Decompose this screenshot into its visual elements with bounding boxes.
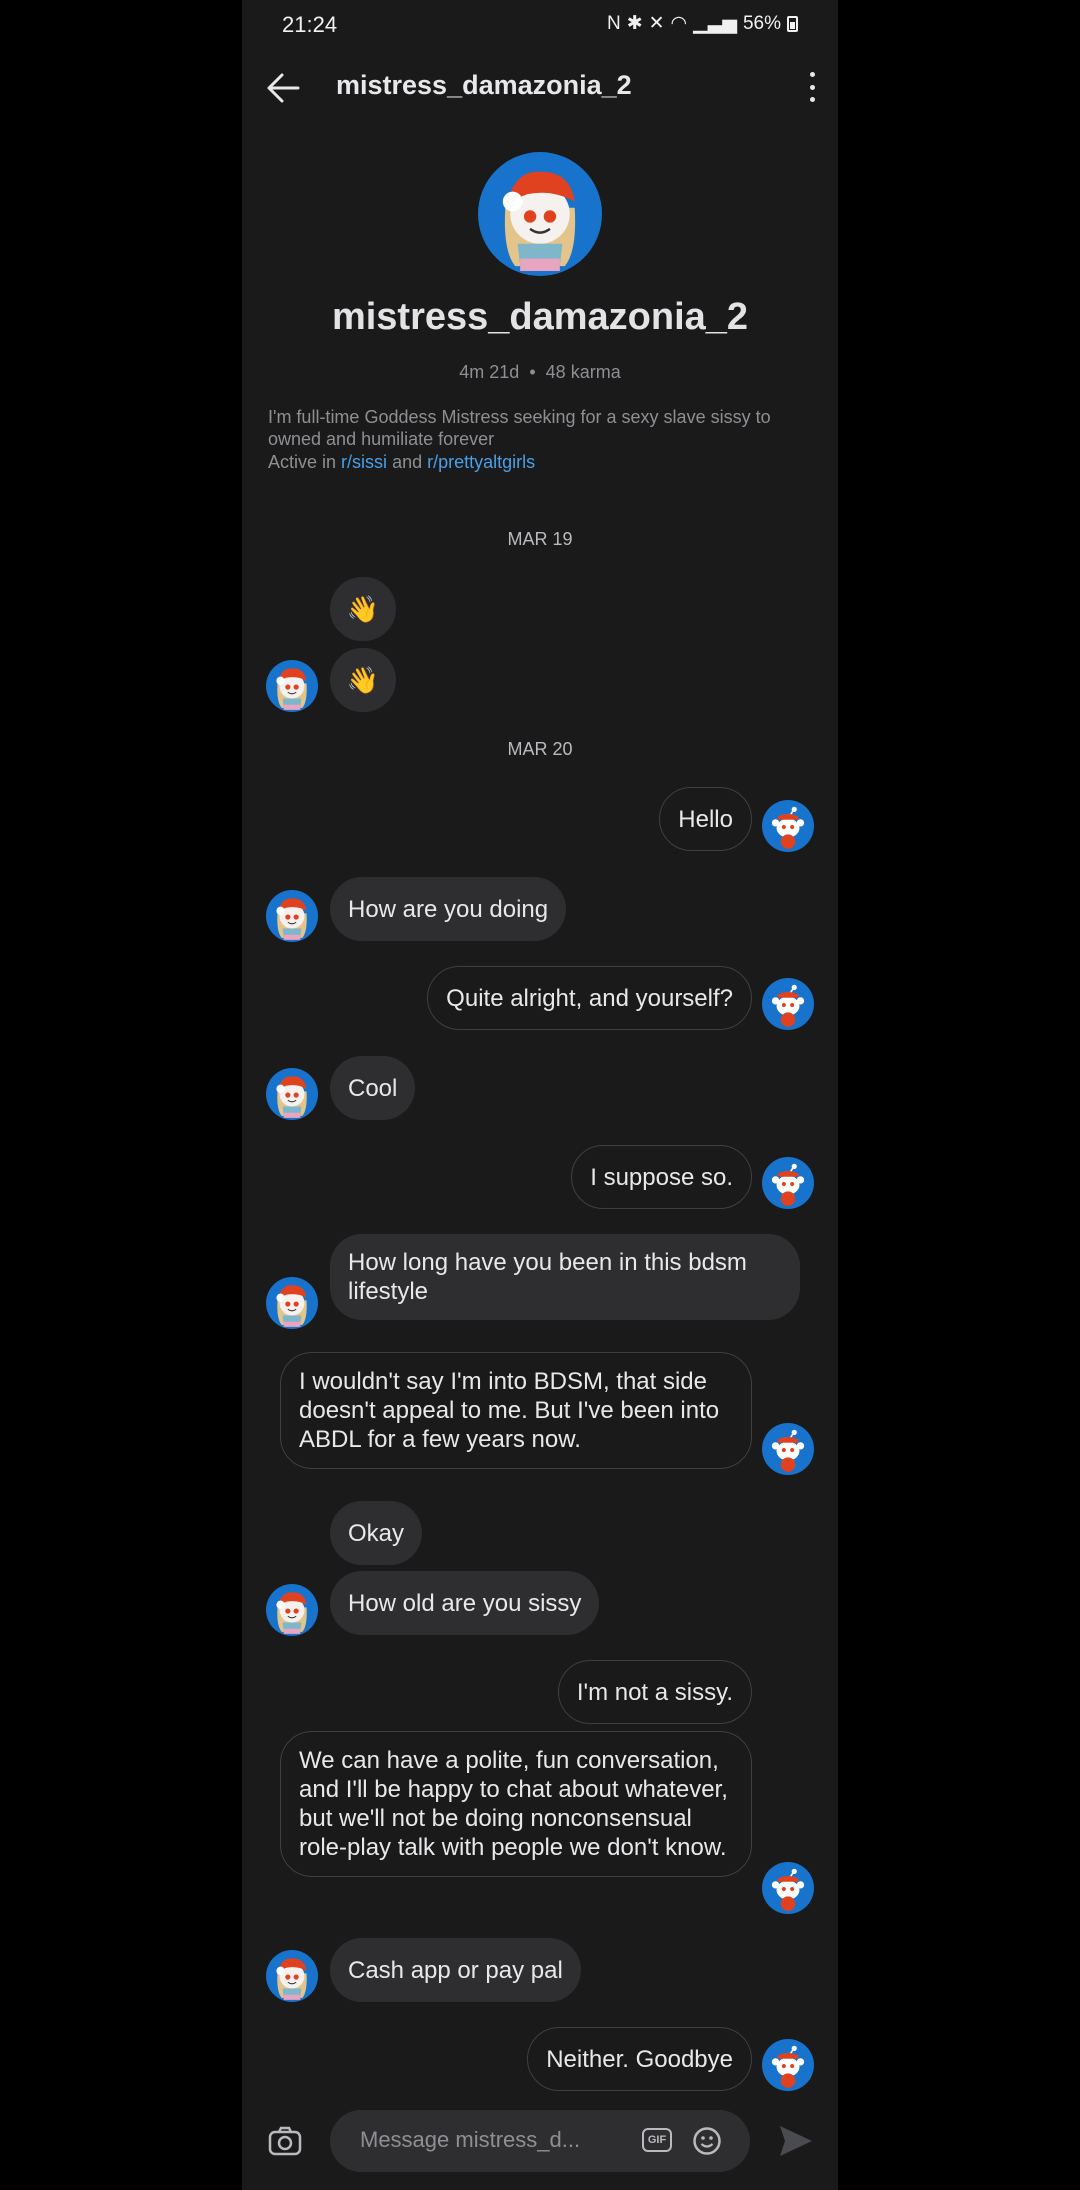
- status-bar: 21:24 N ✱ ✕ ◠ ▁▃▅ 56%: [242, 0, 838, 50]
- sender-avatar[interactable]: [266, 1584, 318, 1636]
- date-divider: MAR 19: [507, 529, 573, 549]
- my-avatar[interactable]: [762, 2039, 814, 2091]
- signal-icon: ▁▃▅: [693, 13, 737, 34]
- active-in: Active in r/sissi and r/prettyaltgirls: [268, 452, 535, 473]
- message-bubble-outgoing[interactable]: Hello: [659, 787, 752, 851]
- profile-meta: 4m 21d • 48 karma: [242, 362, 838, 383]
- message-bubble-outgoing[interactable]: I suppose so.: [571, 1145, 752, 1209]
- profile-name[interactable]: mistress_damazonia_2: [242, 296, 838, 339]
- back-arrow-icon[interactable]: [264, 68, 304, 108]
- my-avatar[interactable]: [762, 1862, 814, 1914]
- subreddit-link-sissi[interactable]: r/sissi: [341, 452, 387, 472]
- message-bubble-incoming[interactable]: Okay: [330, 1501, 423, 1565]
- status-icons: N ✱ ✕ ◠ ▁▃▅ 56%: [607, 12, 798, 35]
- header-title[interactable]: mistress_damazonia_2: [336, 70, 632, 101]
- wifi-icon: ◠: [670, 13, 688, 34]
- message-input[interactable]: Message mistress_d... GIF: [330, 2110, 750, 2172]
- my-avatar[interactable]: [762, 1423, 814, 1475]
- profile-avatar[interactable]: [478, 152, 602, 276]
- phone-screen: 21:24 N ✱ ✕ ◠ ▁▃▅ 56% mistress_damazonia…: [242, 0, 838, 2190]
- camera-icon[interactable]: [268, 2124, 302, 2158]
- message-bubble-incoming[interactable]: How old are you sissy: [330, 1571, 600, 1635]
- sender-avatar[interactable]: [266, 1950, 318, 2002]
- message-bubble-incoming[interactable]: 👋: [330, 577, 396, 641]
- message-bubble-outgoing[interactable]: I'm not a sissy.: [557, 1660, 752, 1724]
- message-composer: Message mistress_d... GIF: [242, 2110, 838, 2180]
- send-icon[interactable]: [778, 2124, 814, 2158]
- message-bubble-incoming[interactable]: 👋: [330, 648, 396, 712]
- chat-header: mistress_damazonia_2: [242, 58, 838, 118]
- nfc-icon: N: [606, 12, 621, 34]
- message-bubble-incoming[interactable]: How long have you been in this bdsm life…: [330, 1234, 800, 1320]
- battery-percent: 56%: [742, 12, 781, 34]
- account-age: 4m 21d: [459, 362, 520, 382]
- status-time: 21:24: [282, 12, 338, 37]
- sender-avatar[interactable]: [266, 890, 318, 942]
- karma-count: 48 karma: [545, 362, 621, 382]
- active-and: and: [392, 452, 423, 472]
- message-bubble-outgoing[interactable]: Quite alright, and yourself?: [427, 966, 752, 1030]
- meta-separator: •: [529, 362, 536, 382]
- my-avatar[interactable]: [762, 1157, 814, 1209]
- message-bubble-incoming[interactable]: Cool: [330, 1056, 416, 1120]
- message-bubble-outgoing[interactable]: We can have a polite, fun conversation, …: [280, 1731, 752, 1877]
- message-bubble-outgoing[interactable]: I wouldn't say I'm into BDSM, that side …: [280, 1352, 752, 1469]
- message-input-placeholder: Message mistress_d...: [360, 2127, 581, 2152]
- emoji-icon[interactable]: [692, 2126, 722, 2156]
- my-avatar[interactable]: [762, 800, 814, 852]
- battery-icon: [787, 15, 798, 32]
- sender-avatar[interactable]: [266, 1277, 318, 1329]
- bluetooth-icon: ✱: [626, 13, 643, 34]
- active-prefix: Active in: [268, 452, 337, 472]
- profile-bio: I'm full-time Goddess Mistress seeking f…: [268, 407, 771, 449]
- sender-avatar[interactable]: [266, 1068, 318, 1120]
- message-bubble-incoming[interactable]: Cash app or pay pal: [330, 1938, 581, 2002]
- gif-icon[interactable]: GIF: [642, 2128, 672, 2152]
- message-bubble-incoming[interactable]: How are you doing: [330, 877, 567, 941]
- my-avatar[interactable]: [762, 978, 814, 1030]
- mute-icon: ✕: [648, 13, 665, 34]
- subreddit-link-prettyaltgirls[interactable]: r/prettyaltgirls: [427, 452, 535, 472]
- sender-avatar[interactable]: [266, 660, 318, 712]
- message-bubble-outgoing[interactable]: Neither. Goodbye: [527, 2027, 752, 2091]
- date-divider: MAR 20: [507, 739, 573, 759]
- kebab-menu-icon[interactable]: [806, 72, 818, 102]
